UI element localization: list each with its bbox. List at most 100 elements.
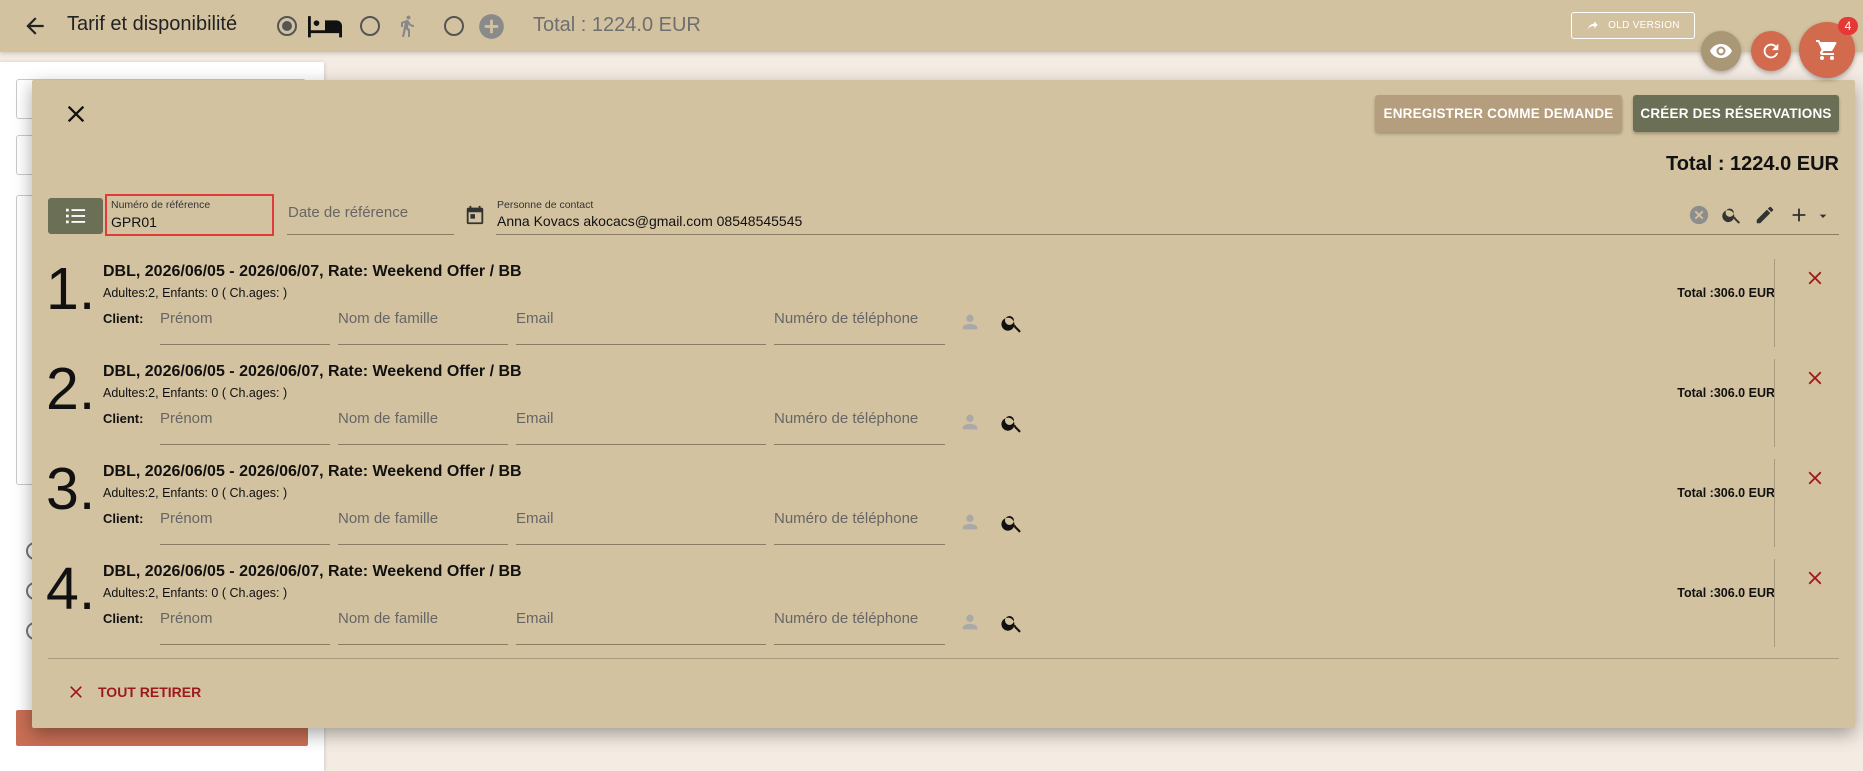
person-icon[interactable]	[959, 511, 981, 533]
walking-icon	[401, 15, 414, 37]
redo-arrow-icon	[1587, 20, 1598, 30]
delete-reservation-icon[interactable]	[1804, 567, 1826, 589]
remove-all-button[interactable]: TOUT RETIRER	[66, 682, 201, 702]
search-icon[interactable]	[1000, 511, 1024, 535]
calendar-icon[interactable]	[464, 204, 486, 226]
close-icon[interactable]	[62, 100, 90, 128]
top-bar: Tarif et disponibilité Total : 1224.0 EU…	[0, 0, 1863, 52]
phone-input[interactable]: Numéro de téléphone	[774, 309, 945, 345]
email-input[interactable]: Email	[516, 409, 766, 445]
cart-count-badge: 4	[1838, 17, 1858, 35]
old-version-button[interactable]: OLD VERSION	[1571, 12, 1695, 39]
refresh-icon	[1763, 43, 1779, 59]
reservation-total: Total :306.0 EUR	[1677, 286, 1775, 300]
reservation-total: Total :306.0 EUR	[1677, 386, 1775, 400]
search-icon[interactable]	[1000, 411, 1024, 435]
reservation-row: 2. DBL, 2026/06/05 - 2026/06/07, Rate: W…	[32, 359, 1855, 459]
contact-person-label: Personne de contact	[497, 199, 594, 211]
reservation-guests: Adultes:2, Enfants: 0 ( Ch.ages: )	[103, 486, 288, 500]
last-name-input[interactable]: Nom de famille	[338, 509, 508, 545]
radio-extra[interactable]	[444, 16, 464, 36]
footer-divider	[48, 658, 1839, 659]
delete-reservation-icon[interactable]	[1804, 467, 1826, 489]
search-icon[interactable]	[1000, 311, 1024, 335]
old-version-label: OLD VERSION	[1608, 20, 1680, 31]
row-divider	[1774, 459, 1775, 547]
reference-date-underline	[287, 234, 454, 235]
row-divider	[1774, 559, 1775, 647]
reservation-guests: Adultes:2, Enfants: 0 ( Ch.ages: )	[103, 586, 288, 600]
reservation-number: 1.	[46, 256, 96, 322]
reservation-title: DBL, 2026/06/05 - 2026/06/07, Rate: Week…	[103, 363, 522, 380]
search-icon[interactable]	[1721, 204, 1743, 226]
add-icon[interactable]	[1788, 204, 1810, 226]
first-name-input[interactable]: Prénom	[160, 609, 330, 645]
first-name-input[interactable]: Prénom	[160, 509, 330, 545]
reservation-total: Total :306.0 EUR	[1677, 586, 1775, 600]
reservation-title: DBL, 2026/06/05 - 2026/06/07, Rate: Week…	[103, 463, 522, 480]
client-label: Client:	[103, 511, 144, 526]
delete-reservation-icon[interactable]	[1804, 267, 1826, 289]
reservation-row: 1. DBL, 2026/06/05 - 2026/06/07, Rate: W…	[32, 259, 1855, 359]
email-input[interactable]: Email	[516, 509, 766, 545]
remove-all-label: TOUT RETIRER	[98, 684, 202, 700]
client-label: Client:	[103, 611, 144, 626]
reference-number-field[interactable]: Numéro de référence GPR01	[105, 194, 274, 236]
last-name-input[interactable]: Nom de famille	[338, 409, 508, 445]
refresh-button[interactable]	[1751, 31, 1791, 71]
person-icon[interactable]	[959, 611, 981, 633]
add-circle-icon	[479, 14, 504, 39]
person-icon[interactable]	[959, 311, 981, 333]
page-title: Tarif et disponibilité	[67, 13, 238, 35]
preview-button[interactable]	[1701, 31, 1741, 71]
list-icon	[65, 208, 85, 224]
phone-input[interactable]: Numéro de téléphone	[774, 409, 945, 445]
first-name-input[interactable]: Prénom	[160, 309, 330, 345]
row-divider	[1774, 259, 1775, 347]
contact-person-field[interactable]: Anna Kovacs akocacs@gmail.com 0854854554…	[497, 213, 802, 229]
reservation-title: DBL, 2026/06/05 - 2026/06/07, Rate: Week…	[103, 263, 522, 280]
reservation-number: 2.	[46, 356, 96, 422]
contact-person-underline	[496, 234, 1839, 235]
reference-number-value: GPR01	[111, 214, 157, 230]
client-label: Client:	[103, 311, 144, 326]
clear-icon[interactable]	[1688, 204, 1710, 226]
last-name-input[interactable]: Nom de famille	[338, 309, 508, 345]
row-divider	[1774, 359, 1775, 447]
person-icon[interactable]	[959, 411, 981, 433]
reservation-number: 3.	[46, 456, 96, 522]
dropdown-arrow-icon[interactable]	[1815, 208, 1831, 224]
edit-icon[interactable]	[1754, 204, 1776, 226]
email-input[interactable]: Email	[516, 309, 766, 345]
radio-activity[interactable]	[360, 16, 380, 36]
reservation-title: DBL, 2026/06/05 - 2026/06/07, Rate: Week…	[103, 563, 522, 580]
phone-input[interactable]: Numéro de téléphone	[774, 509, 945, 545]
reference-number-label: Numéro de référence	[111, 199, 211, 211]
client-label: Client:	[103, 411, 144, 426]
last-name-input[interactable]: Nom de famille	[338, 609, 508, 645]
create-reservations-button[interactable]: CRÉER DES RÉSERVATIONS	[1633, 95, 1839, 132]
reservation-dialog: ENREGISTRER COMME DEMANDE CRÉER DES RÉSE…	[32, 80, 1855, 728]
reservation-row: 4. DBL, 2026/06/05 - 2026/06/07, Rate: W…	[32, 559, 1855, 659]
reference-date-field[interactable]: Date de référence	[288, 204, 408, 221]
dialog-total: Total : 1224.0 EUR	[1665, 153, 1839, 175]
eye-icon	[1710, 44, 1732, 58]
first-name-input[interactable]: Prénom	[160, 409, 330, 445]
reservation-total: Total :306.0 EUR	[1677, 486, 1775, 500]
header-total: Total : 1224.0 EUR	[533, 14, 701, 36]
bed-icon	[308, 16, 342, 38]
radio-room[interactable]	[277, 16, 297, 36]
cart-icon	[1816, 40, 1837, 60]
back-arrow-icon[interactable]	[22, 13, 48, 39]
search-icon[interactable]	[1000, 611, 1024, 635]
list-button[interactable]	[48, 198, 103, 234]
reservation-row: 3. DBL, 2026/06/05 - 2026/06/07, Rate: W…	[32, 459, 1855, 559]
close-icon	[70, 686, 82, 698]
phone-input[interactable]: Numéro de téléphone	[774, 609, 945, 645]
reservation-number: 4.	[46, 556, 96, 622]
email-input[interactable]: Email	[516, 609, 766, 645]
delete-reservation-icon[interactable]	[1804, 367, 1826, 389]
reservation-guests: Adultes:2, Enfants: 0 ( Ch.ages: )	[103, 386, 288, 400]
save-as-request-button[interactable]: ENREGISTRER COMME DEMANDE	[1375, 95, 1622, 132]
reservation-guests: Adultes:2, Enfants: 0 ( Ch.ages: )	[103, 286, 288, 300]
